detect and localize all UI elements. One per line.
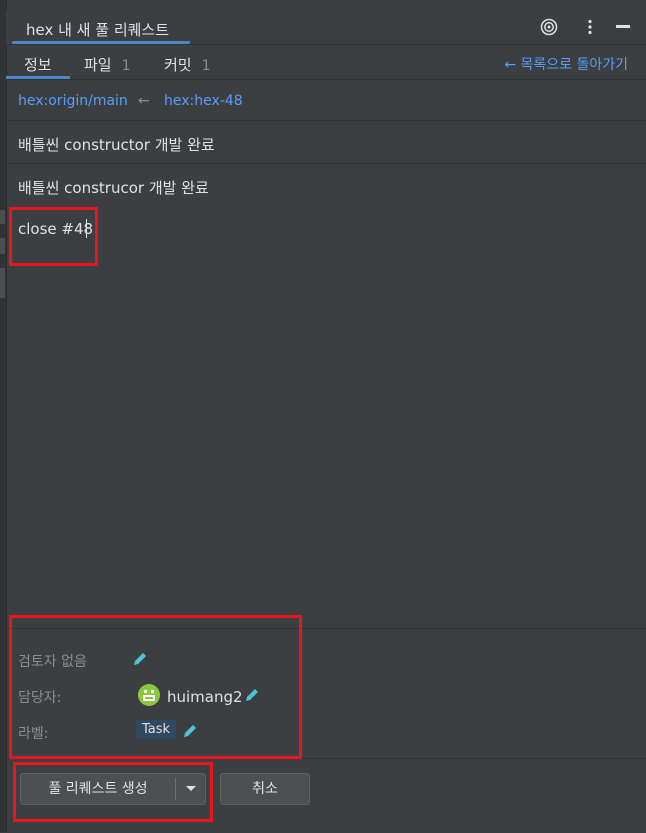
assignee-label: 담당자: <box>18 690 62 706</box>
minimize-icon[interactable] <box>612 16 634 38</box>
active-tab-underline <box>6 76 70 79</box>
labels-label: 라벨: <box>18 726 49 742</box>
avatar <box>138 684 160 706</box>
strip-mark <box>0 268 5 298</box>
pencil-icon[interactable] <box>244 687 260 703</box>
branch-arrow: ← <box>138 93 150 109</box>
tab-count: 1 <box>121 58 131 74</box>
window-title[interactable]: hex 내 새 풀 리퀘스트 <box>26 19 169 40</box>
create-button-label: 풀 리퀘스트 생성 <box>48 781 148 797</box>
tab-info[interactable]: 정보 <box>24 54 52 75</box>
active-tab-indicator <box>12 41 190 44</box>
text-caret <box>86 219 87 238</box>
head-branch[interactable]: hex:hex-48 <box>164 93 243 109</box>
tab-label: 정보 <box>24 56 52 74</box>
assignee-name: huimang2 <box>167 688 243 706</box>
target-icon[interactable] <box>538 16 560 38</box>
description-line: 배틀씬 construcor 개발 완료 <box>18 179 209 197</box>
more-vertical-icon[interactable] <box>579 16 601 38</box>
chevron-down-icon[interactable] <box>177 774 205 804</box>
pr-title-field[interactable]: 배틀씬 constructor 개발 완료 <box>6 121 646 164</box>
branch-selector-row: hex:origin/main ← hex:hex-48 <box>6 80 646 121</box>
tab-label: 파일 <box>84 56 112 74</box>
cancel-button[interactable]: 취소 <box>220 773 310 805</box>
tab-bar: 정보 파일 1 커밋 1 ← 목록으로 돌아가기 <box>6 45 646 80</box>
metadata-section: 검토자 없음 담당자: huimang2 라벨: Task <box>6 628 646 759</box>
tool-window-header: hex 내 새 풀 리퀘스트 <box>6 10 646 45</box>
split-divider <box>175 778 176 800</box>
tab-label: 커밋 <box>164 56 192 74</box>
strip-mark <box>0 238 5 254</box>
pencil-icon[interactable] <box>132 651 148 667</box>
strip-mark <box>0 210 5 224</box>
pr-title-value: 배틀씬 constructor 개발 완료 <box>18 136 215 154</box>
tab-commits[interactable]: 커밋 1 <box>164 54 211 75</box>
label-chip: Task <box>136 720 177 739</box>
description-line: close #48 <box>18 220 94 238</box>
tab-count: 1 <box>201 58 211 74</box>
reviewers-label: 검토자 없음 <box>18 654 87 670</box>
tab-files[interactable]: 파일 1 <box>84 54 131 75</box>
action-bar: 풀 리퀘스트 생성 취소 <box>6 758 646 833</box>
create-pull-request-button[interactable]: 풀 리퀘스트 생성 <box>20 773 206 805</box>
pr-description-field[interactable]: 배틀씬 construcor 개발 완료 close #48 <box>6 164 646 628</box>
base-branch[interactable]: hex:origin/main <box>18 93 128 109</box>
back-to-list-link[interactable]: ← 목록으로 돌아가기 <box>504 54 628 74</box>
pencil-icon[interactable] <box>182 723 198 739</box>
